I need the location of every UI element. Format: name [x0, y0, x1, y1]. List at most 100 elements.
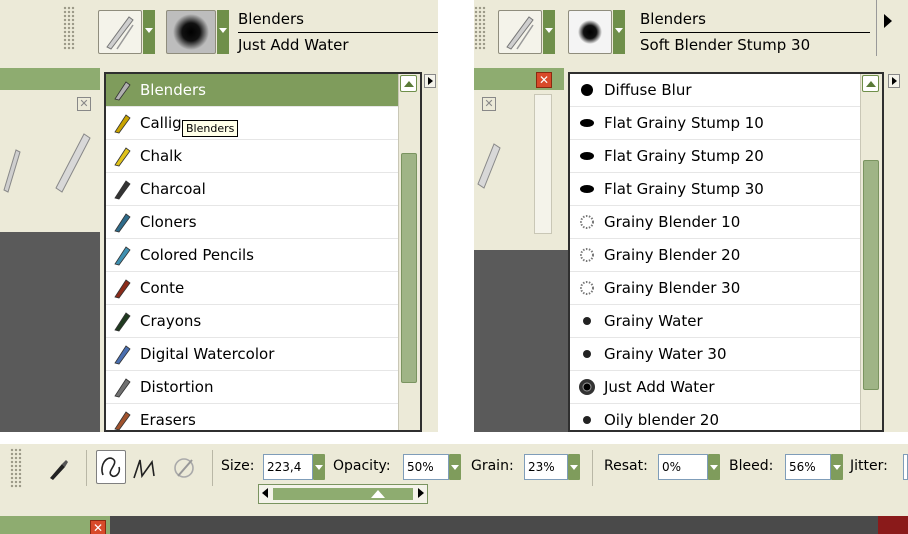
palette-brush-preview	[474, 120, 534, 200]
category-item[interactable]: Conte	[106, 272, 400, 305]
category-item[interactable]: Charcoal	[106, 173, 400, 206]
expand-arrow-icon[interactable]	[424, 74, 436, 88]
slider-right-arrow-icon[interactable]	[418, 488, 424, 498]
variant-item[interactable]: Just Add Water	[570, 371, 862, 404]
variant-item-label: Grainy Water 30	[604, 345, 727, 363]
chalk-brush-icon	[112, 145, 134, 167]
scroll-up-icon[interactable]	[400, 75, 417, 92]
variant-icon-button[interactable]	[166, 10, 216, 54]
category-item[interactable]: Colored Pencils	[106, 239, 400, 272]
grain-field[interactable]: 23%	[524, 454, 568, 480]
category-item[interactable]: Blenders	[106, 74, 400, 107]
palette-close-icon[interactable]: ✕	[90, 520, 106, 534]
category-item[interactable]: Callig	[106, 107, 400, 140]
tooltip: Blenders	[182, 120, 239, 137]
variant-item-label: Grainy Water	[604, 312, 703, 330]
slider-left-arrow-icon[interactable]	[262, 488, 268, 498]
variant-item[interactable]: Grainy Blender 30	[570, 272, 862, 305]
jitter-label: Jitter:	[850, 458, 888, 474]
variant-item[interactable]: Diffuse Blur	[570, 74, 862, 107]
size-field[interactable]: 223,4	[263, 454, 313, 480]
palette-close-icon[interactable]: ✕	[77, 97, 91, 111]
resat-field[interactable]: 0%	[658, 454, 708, 480]
variant-item[interactable]: Grainy Water	[570, 305, 862, 338]
variant-item[interactable]: Flat Grainy Stump 10	[570, 107, 862, 140]
cloners-brush-icon	[112, 211, 134, 233]
straight-line-stroke-icon[interactable]	[130, 454, 158, 482]
palette-minimize-icon[interactable]: ✕	[482, 97, 496, 111]
category-item[interactable]: Erasers	[106, 404, 400, 430]
dot-flat-icon	[576, 145, 598, 167]
variant-list-scrollbar[interactable]	[860, 74, 882, 430]
category-title: Blenders	[640, 10, 706, 28]
expand-arrow-icon[interactable]	[888, 74, 900, 88]
category-item[interactable]: Digital Watercolor	[106, 338, 400, 371]
panel-divider	[876, 0, 877, 56]
digital-watercolor-icon	[112, 343, 134, 365]
category-item-label: Chalk	[140, 147, 183, 165]
scrollbar-thumb[interactable]	[401, 153, 417, 383]
grain-dropdown-arrow[interactable]	[568, 454, 580, 480]
resat-label: Resat:	[604, 458, 648, 474]
variant-title: Soft Blender Stump 30	[640, 36, 811, 54]
palette-scrollbar[interactable]	[534, 94, 552, 234]
scroll-up-icon[interactable]	[862, 75, 879, 92]
grain-label: Grain:	[471, 458, 514, 474]
variant-item[interactable]: Flat Grainy Stump 30	[570, 173, 862, 206]
resat-dropdown-arrow[interactable]	[708, 454, 720, 480]
title-divider	[640, 32, 870, 33]
property-bar: Size: 223,4 Opacity: 50% Grain: 23% Resa…	[0, 444, 908, 534]
opacity-field[interactable]: 50%	[403, 454, 449, 480]
variant-item[interactable]: Grainy Blender 20	[570, 239, 862, 272]
category-item[interactable]: Distortion	[106, 371, 400, 404]
freehand-stroke-button[interactable]	[96, 450, 126, 484]
bleed-dropdown-arrow[interactable]	[831, 454, 843, 480]
category-item[interactable]: Crayons	[106, 305, 400, 338]
category-item-label: Callig	[140, 114, 182, 132]
jitter-field[interactable]	[903, 454, 908, 480]
category-dropdown-arrow[interactable]	[543, 10, 555, 54]
brush-category-list[interactable]: Blenders Callig Chalk Charcoal Cloners Colore…	[104, 72, 422, 432]
category-item-label: Colored Pencils	[140, 246, 254, 264]
panel-menu-arrow-icon[interactable]	[884, 14, 892, 28]
category-list-scrollbar[interactable]	[398, 74, 420, 430]
brush-variant-list[interactable]: Diffuse Blur Flat Grainy Stump 10 Flat Gra…	[568, 72, 884, 432]
blender-brush-icon	[106, 16, 134, 50]
crayons-brush-icon	[112, 310, 134, 332]
scrollbar-thumb[interactable]	[863, 160, 879, 390]
brush-preview-icon	[477, 143, 501, 189]
category-item-label: Erasers	[140, 411, 196, 429]
dot-small-icon	[576, 343, 598, 365]
variant-item[interactable]: Oily blender 20	[570, 404, 862, 430]
dot-grainy-icon	[576, 211, 598, 233]
toolbar-grip[interactable]	[63, 6, 75, 50]
toolbar-grip[interactable]	[10, 448, 22, 488]
size-dropdown-arrow[interactable]	[313, 454, 325, 480]
variant-icon-button[interactable]	[568, 10, 612, 54]
variant-item[interactable]: Grainy Blender 10	[570, 206, 862, 239]
variant-item-label: Flat Grainy Stump 20	[604, 147, 764, 165]
brush-tool-icon[interactable]	[46, 458, 70, 482]
variant-item-label: Just Add Water	[604, 378, 715, 396]
stroke-attributes-icon[interactable]	[172, 454, 198, 482]
category-icon-button[interactable]	[498, 10, 542, 54]
slider-knob[interactable]	[371, 490, 386, 498]
size-slider[interactable]	[258, 484, 428, 504]
variant-item[interactable]: Flat Grainy Stump 20	[570, 140, 862, 173]
variant-item[interactable]: Grainy Water 30	[570, 338, 862, 371]
title-divider	[238, 32, 438, 33]
category-item[interactable]: Chalk	[106, 140, 400, 173]
opacity-dropdown-arrow[interactable]	[449, 454, 461, 480]
palette-close-icon[interactable]: ✕	[536, 72, 552, 88]
category-dropdown-arrow[interactable]	[143, 10, 155, 54]
toolbar-grip[interactable]	[474, 6, 486, 50]
variant-dropdown-arrow[interactable]	[613, 10, 625, 54]
variant-dropdown-arrow[interactable]	[217, 10, 229, 54]
category-icon-button[interactable]	[98, 10, 142, 54]
variant-title: Just Add Water	[238, 36, 349, 54]
category-item-label: Charcoal	[140, 180, 206, 198]
slider-track[interactable]	[273, 488, 413, 500]
charcoal-brush-icon	[112, 178, 134, 200]
category-item[interactable]: Cloners	[106, 206, 400, 239]
bleed-field[interactable]: 56%	[785, 454, 831, 480]
